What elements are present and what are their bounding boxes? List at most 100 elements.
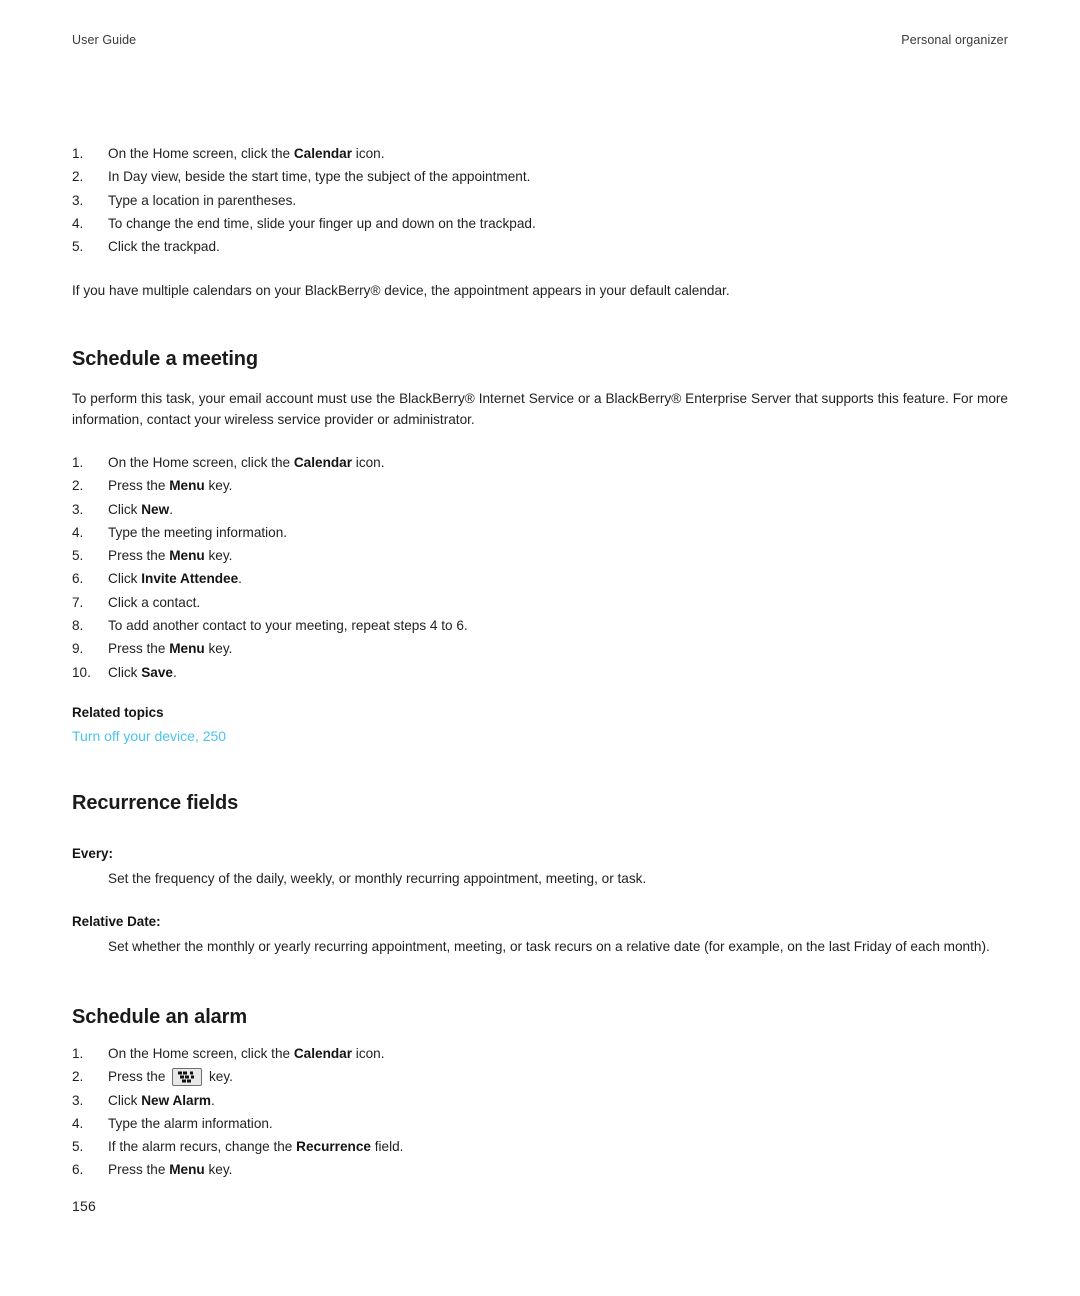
step-text: Type a location in parentheses. [108,192,297,208]
step-emphasis: Menu [169,478,205,494]
step-number: 5. [72,239,84,255]
schedule-alarm-heading: Schedule an alarm [72,1005,248,1028]
step-emphasis: Menu [169,1162,205,1178]
step-item: 5. If the alarm recurs, change the Recurr… [72,1135,1008,1158]
step-text: To change the end time, slide your finge… [108,215,536,231]
step-number: 10. [72,664,91,680]
step-item: 2. Press the Menu key. [72,474,1008,497]
step-text: Type the alarm information. [108,1115,273,1131]
definition-description-every: Set the frequency of the daily, weekly, … [108,870,647,886]
step-number: 7. [72,594,84,610]
definition-description-relative-date: Set whether the monthly or yearly recurr… [108,939,990,955]
schedule-meeting-steps-list: 1. On the Home screen, click the Calendar… [72,451,1008,684]
step-number: 2. [72,478,84,494]
step-number: 4. [72,215,84,231]
step-number: 4. [72,524,84,540]
step-number: 6. [72,571,84,587]
step-item: 9. Press the Menu key. [72,637,1008,660]
appointment-note-paragraph: If you have multiple calendars on your B… [72,283,730,299]
step-number: 5. [72,548,84,564]
step-item: 6. Click Invite Attendee. [72,567,1008,590]
schedule-alarm-steps-list: 1. On the Home screen, click the Calendar… [72,1042,1008,1182]
step-number: 3. [72,501,84,517]
step-number: 3. [72,1092,84,1108]
step-number: 2. [72,169,84,185]
step-item: 3. Click New. [72,498,1008,521]
schedule-meeting-intro-paragraph: To perform this task, your email account… [72,390,1008,428]
step-text: Press the key. [108,1068,233,1087]
recurrence-fields-section: Recurrence fields Every: Set the frequen… [72,792,1008,958]
step-emphasis: Menu [169,641,205,657]
recurrence-fields-definition-list: Every: Set the frequency of the daily, w… [72,844,1008,958]
step-item: 10. Click Save. [72,661,1008,684]
step-text: Type the meeting information. [108,524,288,540]
step-emphasis: Menu [169,548,205,564]
recurrence-fields-heading: Recurrence fields [72,791,239,814]
schedule-alarm-section: Schedule an alarm 1. On the Home screen, … [72,1006,1008,1182]
step-text: In Day view, beside the start time, type… [108,169,531,185]
step-number: 5. [72,1139,84,1155]
step-item: 4. Type the meeting information. [72,521,1008,544]
blackberry-menu-key-icon [172,1068,203,1087]
related-topics-block: Related topics Turn off your device, 250 [72,703,1008,747]
step-text: Press the Menu key. [108,548,233,564]
definition-term-every: Every: [72,845,113,861]
step-text: Click New. [108,501,173,517]
step-number: 6. [72,1162,84,1178]
step-text: On the Home screen, click the Calendar i… [108,146,385,161]
related-topic-link-turn-off-your-device[interactable]: Turn off your device, 250 [72,725,1008,747]
appointment-steps-list: 1. On the Home screen, click the Calendar… [72,142,1008,258]
running-head-left: User Guide [72,33,137,47]
step-item: 1. On the Home screen, click the Calendar… [72,142,1008,165]
step-emphasis: Calendar [293,1045,353,1061]
schedule-meeting-heading: Schedule a meeting [72,347,259,370]
running-head: User Guide Personal organizer [72,33,1008,47]
step-number: 4. [72,1115,84,1131]
running-head-right: Personal organizer [901,33,1008,47]
step-item: 1. On the Home screen, click the Calendar… [72,1042,1008,1065]
step-emphasis: Calendar [293,146,353,161]
step-number: 1. [72,454,84,470]
step-text: On the Home screen, click the Calendar i… [108,1045,385,1061]
step-item: 3. Click New Alarm. [72,1089,1008,1112]
step-number: 8. [72,618,84,634]
step-text: Press the Menu key. [108,641,233,657]
step-text: Press the Menu key. [108,478,233,494]
step-text: Click Save. [108,664,177,680]
step-emphasis: New [141,501,170,517]
related-topics-label: Related topics [72,704,164,720]
step-number: 2. [72,1069,84,1085]
step-item: 2. In Day view, beside the start time, ty… [72,165,1008,188]
page-number: 156 [72,1198,96,1214]
step-item: 7. Click a contact. [72,591,1008,614]
step-number: 9. [72,641,84,657]
step-item: 1. On the Home screen, click the Calendar… [72,451,1008,474]
step-emphasis: Save [141,664,173,680]
step-item: 3. Type a location in parentheses. [72,189,1008,212]
schedule-meeting-section: Schedule a meeting To perform this task,… [72,348,1008,747]
step-text: Click the trackpad. [108,239,220,255]
step-number: 3. [72,192,84,208]
step-emphasis: Calendar [293,454,353,470]
step-text: To add another contact to your meeting, … [108,618,468,634]
step-number: 1. [72,1045,84,1061]
step-item: 2. Press the key. [72,1065,1008,1088]
content-column: 1. On the Home screen, click the Calendar… [72,142,1008,1182]
step-text: Click a contact. [108,594,201,610]
step-text: Click New Alarm. [108,1092,215,1108]
step-text: On the Home screen, click the Calendar i… [108,454,385,470]
step-item: 8. To add another contact to your meeting… [72,614,1008,637]
step-text: If the alarm recurs, change the Recurren… [108,1139,404,1155]
step-item: 4. Type the alarm information. [72,1112,1008,1135]
step-text: Press the Menu key. [108,1162,233,1178]
step-item: 5. Click the trackpad. [72,235,1008,258]
definition-term-relative-date: Relative Date: [72,914,161,930]
step-item: 5. Press the Menu key. [72,544,1008,567]
step-number: 1. [72,146,84,161]
step-item: 6. Press the Menu key. [72,1158,1008,1181]
step-emphasis: Invite Attendee [141,571,239,587]
step-emphasis: New Alarm [141,1092,211,1108]
document-page: User Guide Personal organizer 1. On the H… [0,0,1080,1296]
step-item: 4. To change the end time, slide your fin… [72,212,1008,235]
step-text: Click Invite Attendee. [108,571,242,587]
